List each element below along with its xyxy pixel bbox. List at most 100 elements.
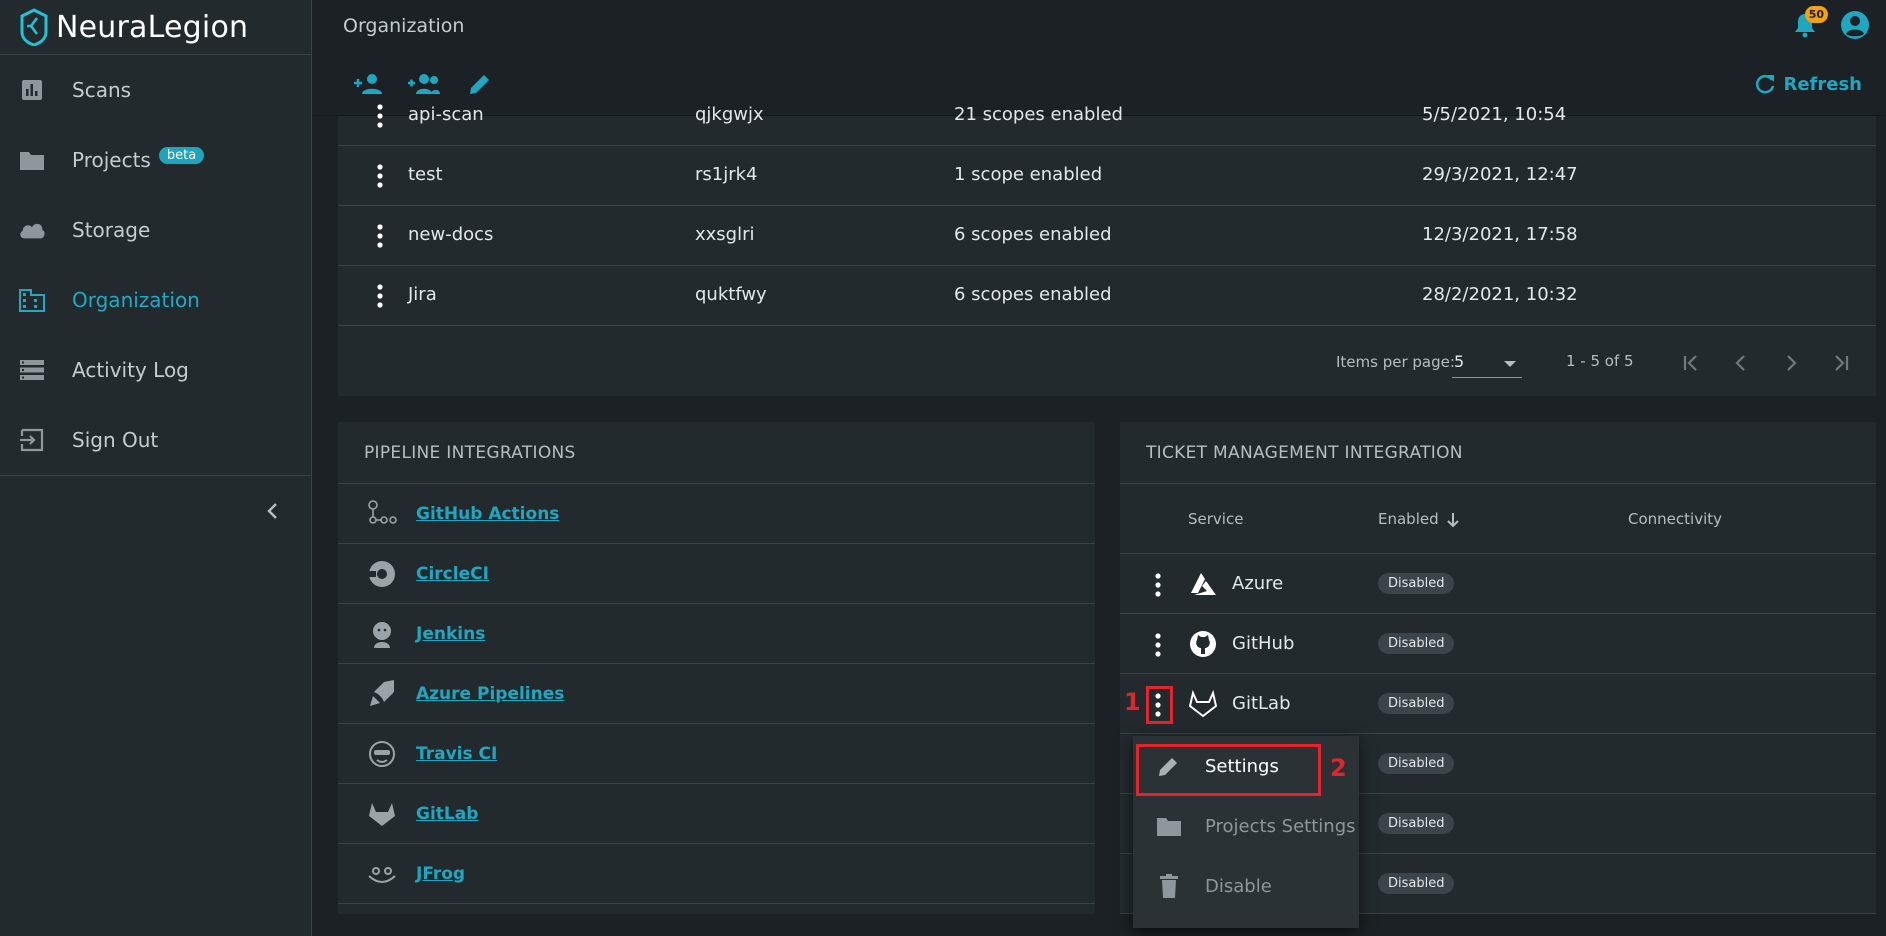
annotation-box-1	[1146, 686, 1173, 724]
table-row: GitLab Disabled	[1120, 674, 1876, 734]
paginator: Items per page: 5 1 - 5 of 5	[338, 326, 1876, 396]
folder-icon	[18, 146, 46, 174]
trash-icon	[1155, 872, 1183, 900]
organization-icon	[18, 286, 46, 314]
menu-item-label: Projects Settings	[1205, 815, 1356, 837]
row-menu-icon[interactable]	[374, 102, 386, 130]
key-scopes: 6 scopes enabled	[954, 224, 1112, 245]
key-date: 12/3/2021, 17:58	[1422, 224, 1578, 245]
table-row: new-docs xxsglri 6 scopes enabled 12/3/2…	[338, 206, 1876, 266]
sort-arrow-down-icon[interactable]	[1446, 512, 1460, 528]
key-id: qjkgwjx	[695, 104, 764, 125]
key-id: xxsglri	[695, 224, 755, 245]
sidebar-item-label: Projects	[72, 148, 151, 172]
last-page-button[interactable]	[1826, 348, 1856, 378]
row-menu-icon[interactable]	[1152, 632, 1164, 658]
column-header-service[interactable]: Service	[1188, 510, 1243, 528]
key-id: quktfwy	[695, 284, 767, 305]
previous-page-button[interactable]	[1726, 348, 1756, 378]
sidebar-item-label: Sign Out	[72, 428, 159, 452]
pipeline-link[interactable]: Travis CI	[416, 744, 497, 764]
items-per-page-value: 5	[1454, 352, 1465, 371]
key-scopes: 21 scopes enabled	[954, 104, 1123, 125]
page-title: Organization	[343, 15, 465, 37]
items-per-page-label: Items per page:	[1336, 353, 1455, 371]
account-button[interactable]	[1838, 8, 1872, 42]
list-icon	[18, 356, 46, 384]
column-header-enabled[interactable]: Enabled	[1378, 510, 1439, 528]
collapse-sidebar-icon[interactable]	[262, 500, 284, 522]
pipeline-link[interactable]: Jenkins	[416, 624, 485, 644]
key-date: 5/5/2021, 10:54	[1422, 104, 1567, 125]
sidebar-item-label: Activity Log	[72, 358, 189, 382]
beta-badge: beta	[158, 146, 205, 164]
brand-name: NeuraLegion	[56, 9, 249, 45]
notifications-button[interactable]: 50	[1788, 6, 1828, 42]
travis-ci-icon	[366, 738, 398, 770]
annotation-number-1: 1	[1124, 688, 1141, 716]
key-scopes: 6 scopes enabled	[954, 284, 1112, 305]
row-menu-icon[interactable]	[374, 162, 386, 190]
menu-item-disable[interactable]: Disable	[1133, 856, 1359, 916]
chevron-left-icon	[1735, 355, 1745, 371]
sidebar-divider	[0, 475, 311, 476]
status-badge: Disabled	[1378, 693, 1455, 714]
pipeline-item-github-actions: GitHub Actions	[338, 484, 1095, 544]
neuralegion-logo-icon	[20, 8, 48, 46]
chart-icon	[18, 76, 46, 104]
table-row: api-scan qjkgwjx 21 scopes enabled 5/5/2…	[338, 86, 1876, 146]
card-title: PIPELINE INTEGRATIONS	[338, 422, 1095, 484]
jenkins-icon	[366, 618, 398, 650]
first-page-icon	[1683, 355, 1697, 371]
row-menu-icon[interactable]	[374, 222, 386, 250]
pipeline-link[interactable]: JFrog	[416, 864, 465, 884]
pipeline-link[interactable]: Azure Pipelines	[416, 684, 564, 704]
sidebar-item-projects[interactable]: Projects beta	[0, 125, 311, 195]
row-menu-icon[interactable]	[374, 282, 386, 310]
first-page-button[interactable]	[1676, 348, 1706, 378]
sidebar-item-sign-out[interactable]: Sign Out	[0, 405, 311, 475]
column-header-connectivity[interactable]: Connectivity	[1628, 510, 1722, 528]
row-menu-icon[interactable]	[1152, 572, 1164, 598]
pipeline-integrations-card: PIPELINE INTEGRATIONS GitHub Actions Cir…	[338, 422, 1095, 914]
page-range: 1 - 5 of 5	[1566, 352, 1634, 370]
api-keys-table: api-scan qjkgwjx 21 scopes enabled 5/5/2…	[338, 104, 1876, 396]
annotation-number-2: 2	[1330, 754, 1347, 782]
status-badge: Disabled	[1378, 633, 1455, 654]
status-badge: Disabled	[1378, 573, 1455, 594]
pipeline-link[interactable]: GitLab	[416, 804, 478, 824]
key-date: 28/2/2021, 10:32	[1422, 284, 1578, 305]
azure-icon	[1191, 573, 1216, 595]
menu-item-label: Disable	[1205, 875, 1272, 897]
status-badge: Disabled	[1378, 873, 1455, 894]
sidebar-item-organization[interactable]: Organization	[0, 265, 311, 335]
pipeline-link[interactable]: CircleCI	[416, 564, 489, 584]
logo[interactable]: NeuraLegion	[0, 0, 311, 55]
sidebar-item-scans[interactable]: Scans	[0, 55, 311, 125]
key-name: new-docs	[408, 224, 494, 245]
service-name: Azure	[1232, 573, 1284, 594]
key-id: rs1jrk4	[695, 164, 758, 185]
chevron-right-icon	[1787, 355, 1797, 371]
items-per-page-select[interactable]: 5	[1452, 348, 1522, 378]
sidebar-nav: Scans Projects beta Storage Organization	[0, 55, 311, 475]
sidebar-item-label: Organization	[72, 288, 200, 312]
service-name: GitLab	[1232, 693, 1291, 714]
table-row: Jira quktfwy 6 scopes enabled 28/2/2021,…	[338, 266, 1876, 326]
github-actions-icon	[366, 498, 398, 530]
gitlab-icon	[366, 798, 398, 830]
menu-item-projects-settings[interactable]: Projects Settings	[1133, 796, 1359, 856]
card-title: TICKET MANAGEMENT INTEGRATION	[1120, 422, 1876, 484]
next-page-button[interactable]	[1776, 348, 1806, 378]
sidebar-item-activity-log[interactable]: Activity Log	[0, 335, 311, 405]
table-header: Service Enabled Connectivity	[1120, 484, 1876, 554]
key-date: 29/3/2021, 12:47	[1422, 164, 1578, 185]
account-icon	[1841, 11, 1869, 39]
sidebar-item-storage[interactable]: Storage	[0, 195, 311, 265]
pipeline-item-jfrog: JFrog	[338, 844, 1095, 904]
top-bar: Organization 50	[313, 0, 1886, 52]
status-badge: Disabled	[1378, 813, 1455, 834]
top-bar-actions: 50	[1788, 6, 1872, 42]
key-scopes: 1 scope enabled	[954, 164, 1103, 185]
pipeline-link[interactable]: GitHub Actions	[416, 504, 559, 524]
